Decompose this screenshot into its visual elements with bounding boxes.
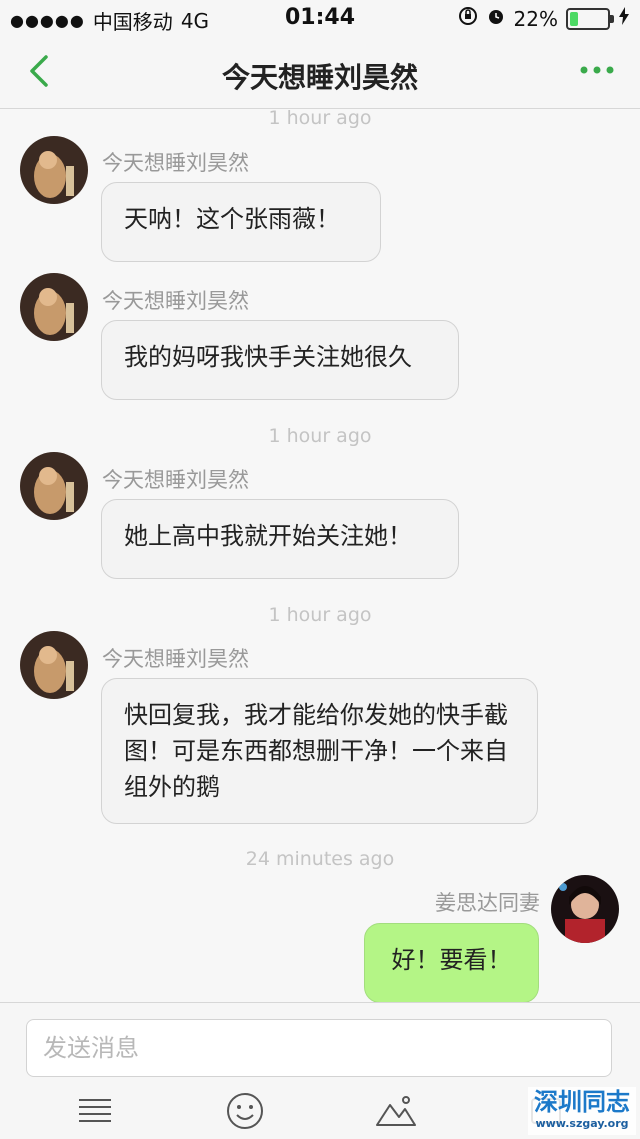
compose-bar: 深圳同志 www.szgay.org — [0, 1002, 640, 1139]
more-options-button[interactable] — [580, 60, 614, 80]
sender-name: 今天想睡刘昊然 — [102, 151, 249, 175]
status-bar: ●●●●● 中国移动 4G 01:44 22% — [0, 0, 640, 36]
timestamp: 24 minutes ago — [245, 848, 395, 870]
charging-icon — [618, 6, 630, 31]
avatar[interactable] — [20, 136, 88, 204]
avatar[interactable] — [20, 452, 88, 520]
chat-list[interactable]: 1 hour ago 今天想睡刘昊然 天呐！这个张雨薇！ 今天想睡刘昊然 我的妈… — [0, 109, 640, 1002]
timestamp: 1 hour ago — [268, 425, 372, 447]
sender-name: 姜思达同妻 — [435, 891, 540, 915]
emoji-icon — [227, 1093, 263, 1129]
image-icon — [376, 1096, 416, 1126]
site-watermark: 深圳同志 www.szgay.org — [528, 1087, 636, 1135]
emoji-button[interactable] — [221, 1087, 269, 1135]
menu-icon — [79, 1099, 111, 1122]
message-bubble[interactable]: 快回复我，我才能给你发她的快手截图！可是东西都想删干净！一个来自组外的鹅 — [101, 678, 538, 824]
battery-percent: 22% — [513, 6, 558, 31]
timestamp: 1 hour ago — [268, 109, 372, 129]
timestamp: 1 hour ago — [268, 604, 372, 626]
avatar[interactable] — [20, 273, 88, 341]
alarm-icon — [486, 6, 506, 31]
sender-name: 今天想睡刘昊然 — [102, 468, 249, 492]
rotation-lock-icon — [458, 6, 478, 31]
my-avatar[interactable] — [551, 875, 619, 943]
page-title: 今天想睡刘昊然 — [221, 61, 418, 94]
my-message-bubble[interactable]: 好！要看！ — [364, 923, 539, 1002]
status-right: 22% — [458, 6, 630, 31]
message-input[interactable] — [26, 1019, 612, 1077]
watermark-url: www.szgay.org — [535, 1117, 629, 1130]
message-bubble[interactable]: 我的妈呀我快手关注她很久 — [101, 320, 459, 400]
avatar[interactable] — [20, 631, 88, 699]
ellipsis-icon — [580, 66, 614, 74]
menu-button[interactable] — [71, 1087, 119, 1135]
nav-bar: 今天想睡刘昊然 — [0, 36, 640, 109]
watermark-title: 深圳同志 — [534, 1088, 630, 1116]
sender-name: 今天想睡刘昊然 — [102, 647, 249, 671]
message-bubble[interactable]: 她上高中我就开始关注她！ — [101, 499, 459, 579]
image-button[interactable] — [372, 1087, 420, 1135]
battery-icon — [566, 7, 614, 30]
sender-name: 今天想睡刘昊然 — [102, 289, 249, 313]
message-bubble[interactable]: 天呐！这个张雨薇！ — [101, 182, 381, 262]
